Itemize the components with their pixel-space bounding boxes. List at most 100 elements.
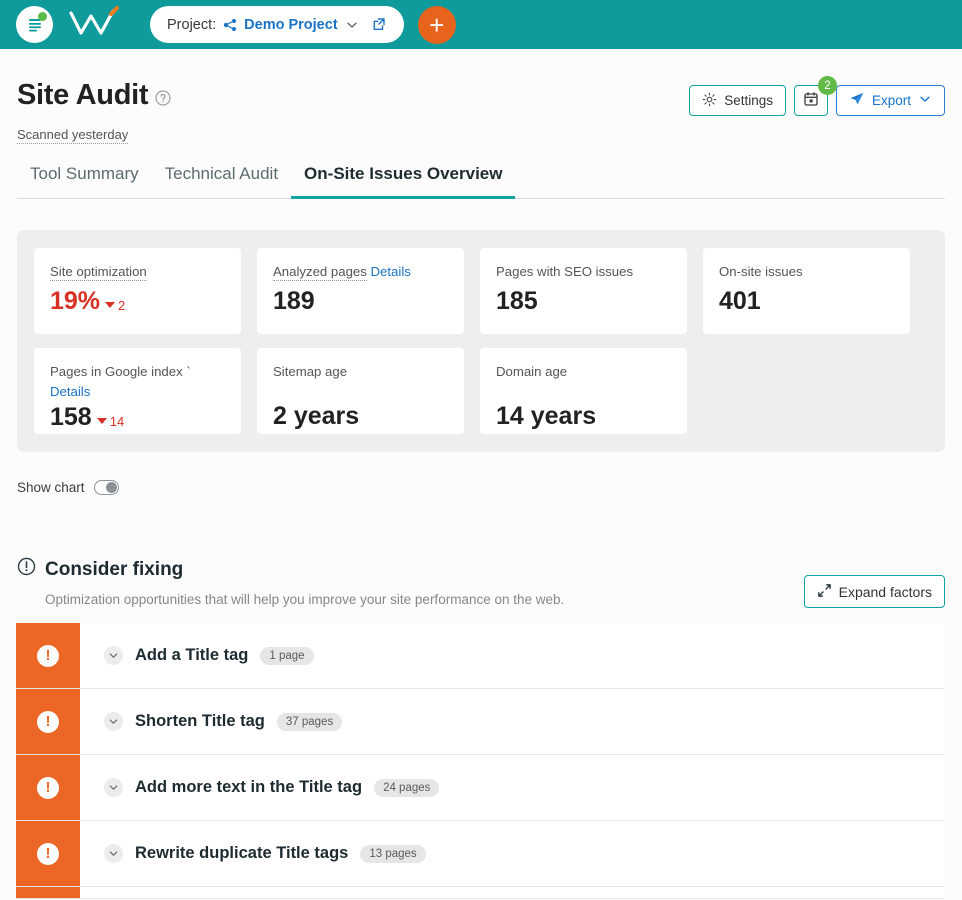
table-row[interactable]: ! Add more text in the Title tag 24 page…	[16, 755, 944, 821]
chevron-down-icon[interactable]	[918, 92, 932, 109]
page-header-row: Site Audit Settings 2 Export	[17, 49, 945, 116]
exclamation-icon: !	[37, 776, 59, 799]
question-circle-icon[interactable]	[155, 90, 171, 111]
issue-name: Shorten Title tag	[135, 712, 265, 730]
page-title: Site Audit	[17, 79, 149, 111]
exclamation-icon: !	[37, 710, 59, 733]
expand-factors-button[interactable]: Expand factors	[803, 575, 945, 608]
issue-body: Shorten Title tag 37 pages	[80, 689, 944, 754]
show-chart-toggle[interactable]	[93, 480, 119, 495]
issues-list: ! Add a Title tag 1 page ! Shorten Title…	[16, 623, 944, 899]
stat-card-analyzed-pages: Analyzed pages Details 189	[257, 248, 464, 334]
issue-body: Add more text in the Title tag 24 pages	[80, 755, 944, 820]
exclamation-icon: !	[37, 644, 59, 667]
stat-label-text: Pages in Google index `	[50, 364, 191, 379]
gear-icon	[702, 92, 717, 110]
expand-factors-label: Expand factors	[838, 583, 932, 600]
project-label: Project:	[167, 16, 217, 33]
stat-label-text: On-site issues	[719, 264, 803, 279]
stat-label: Pages with SEO issues	[496, 262, 671, 282]
export-button[interactable]: Export	[835, 85, 945, 116]
calendar-button[interactable]: 2	[793, 76, 837, 116]
consider-fixing-header: Consider fixing Optimization opportuniti…	[17, 557, 945, 608]
stat-label: Pages in Google index ` Details	[50, 362, 225, 402]
issue-name: Rewrite duplicate Title tags	[135, 844, 349, 862]
calendar-badge: 2	[817, 76, 837, 95]
details-link[interactable]: Details	[50, 384, 90, 399]
page-content: Site Audit Settings 2 Export Scanned yes…	[0, 49, 962, 899]
issue-body: Rewrite duplicate Title tags 13 pages	[80, 821, 944, 886]
triangle-down-icon	[105, 301, 116, 308]
issue-count-badge: 13 pages	[360, 844, 426, 863]
stats-row-1: Site optimization 19% 2 Analyzed pages D…	[34, 248, 928, 334]
tab-on-site-issues-overview[interactable]: On-Site Issues Overview	[291, 164, 516, 199]
stat-value: 14 years	[496, 402, 671, 431]
issue-count-badge: 1 page	[260, 646, 314, 665]
issue-count-badge: 24 pages	[374, 778, 440, 797]
chevron-down-icon[interactable]	[104, 844, 123, 863]
w-logo-icon[interactable]	[67, 5, 123, 44]
stat-card-domain-age: Domain age 14 years	[480, 348, 687, 434]
chevron-down-icon[interactable]	[104, 778, 123, 797]
table-row[interactable]: ! Add a Title tag 1 page	[16, 623, 944, 689]
stat-label: Site optimization	[50, 262, 225, 282]
chevron-down-icon[interactable]	[104, 646, 123, 665]
tab-technical-audit[interactable]: Technical Audit	[152, 164, 291, 199]
severity-bar: !	[16, 623, 80, 688]
stat-value-text: 14 years	[496, 401, 597, 430]
toggle-knob	[105, 482, 117, 493]
stat-card-pages-with-seo-issues: Pages with SEO issues 185	[480, 248, 687, 334]
stat-value-text: 158	[50, 402, 92, 431]
stat-label-text: Pages with SEO issues	[496, 264, 634, 279]
consider-fixing-actions: Expand factors	[803, 557, 945, 608]
document-lines-icon[interactable]	[16, 6, 53, 43]
triangle-down-icon	[96, 417, 107, 424]
stat-delta-value: 14	[109, 414, 125, 430]
stat-label: Analyzed pages Details	[273, 262, 448, 282]
severity-bar: !	[16, 755, 80, 820]
scanned-timestamp[interactable]: Scanned yesterday	[17, 127, 129, 144]
stat-value: 189	[273, 287, 448, 316]
stat-value-text: 2 years	[273, 401, 360, 430]
issue-count-badge: 37 pages	[276, 712, 343, 731]
settings-button[interactable]: Settings	[689, 85, 786, 116]
table-row[interactable]	[16, 887, 944, 899]
header-actions: Settings 2 Export	[689, 76, 945, 116]
stat-label-text: Domain age	[496, 364, 568, 379]
tab-bar: Tool Summary Technical Audit On-Site Iss…	[17, 163, 945, 199]
stat-value-text: 189	[273, 286, 315, 315]
external-link-icon[interactable]	[372, 17, 387, 32]
stat-label: Domain age	[496, 362, 671, 382]
exclamation-icon: !	[37, 842, 59, 865]
project-selector[interactable]: Project: Demo Project	[150, 6, 404, 43]
stat-label-text[interactable]: Site optimization	[50, 264, 147, 281]
expand-arrows-icon	[817, 583, 832, 601]
severity-bar: !	[16, 821, 80, 886]
settings-label: Settings	[724, 93, 773, 108]
export-label: Export	[871, 93, 911, 108]
send-plane-icon	[849, 91, 865, 110]
show-chart-row: Show chart	[17, 480, 945, 495]
chevron-down-icon[interactable]	[104, 712, 123, 731]
stat-label-text[interactable]: Analyzed pages	[273, 264, 367, 281]
stat-value: 185	[496, 287, 671, 316]
stat-label: On-site issues	[719, 262, 894, 282]
add-button[interactable]: +	[417, 5, 456, 44]
table-row[interactable]: ! Shorten Title tag 37 pages	[16, 689, 944, 755]
show-chart-label: Show chart	[17, 480, 85, 495]
stats-row-2: Pages in Google index ` Details 158 14 S…	[34, 348, 928, 434]
exclamation-circle-icon	[17, 557, 36, 582]
stat-card-sitemap-age: Sitemap age 2 years	[257, 348, 464, 434]
tab-tool-summary[interactable]: Tool Summary	[17, 164, 152, 199]
share-nodes-icon	[223, 18, 237, 32]
chevron-down-icon[interactable]	[345, 18, 359, 32]
stat-value-text: 185	[496, 286, 538, 315]
stat-card-on-site-issues: On-site issues 401	[703, 248, 910, 334]
stat-value: 401	[719, 287, 894, 316]
stats-panel: Site optimization 19% 2 Analyzed pages D…	[17, 230, 945, 452]
stat-card-site-optimization: Site optimization 19% 2	[34, 248, 241, 334]
table-row[interactable]: ! Rewrite duplicate Title tags 13 pages	[16, 821, 944, 887]
stat-label: Sitemap age	[273, 362, 448, 382]
details-link[interactable]: Details	[371, 264, 411, 279]
issue-name: Add more text in the Title tag	[135, 778, 363, 796]
